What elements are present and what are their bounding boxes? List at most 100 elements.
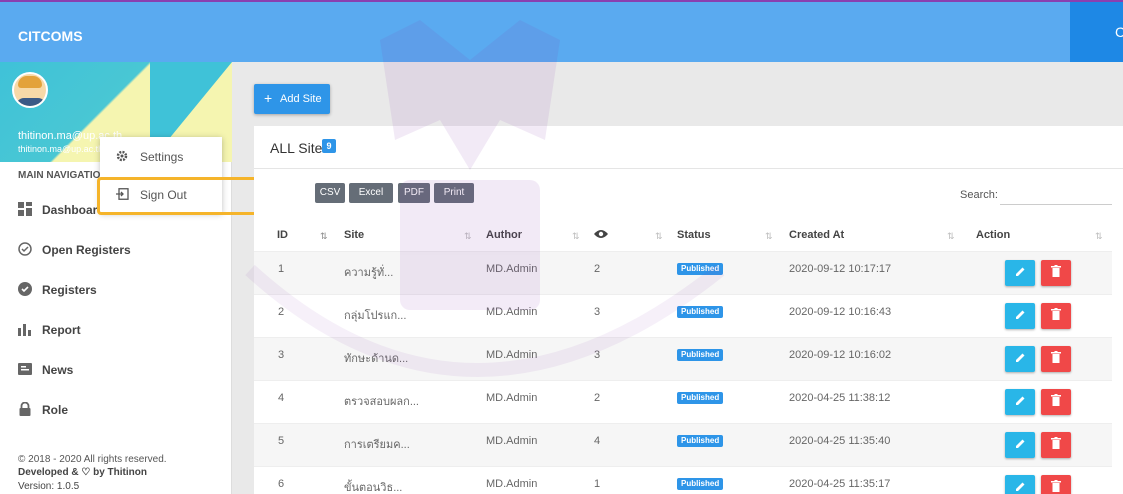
- add-site-button[interactable]: + Add Site: [254, 84, 330, 114]
- bar-chart-icon: [18, 322, 32, 336]
- cell-site: กลุ่มโปรแก...: [344, 310, 407, 322]
- delete-button[interactable]: [1041, 303, 1071, 329]
- cell-author: MD.Admin: [486, 349, 538, 361]
- status-badge: Published: [677, 263, 724, 275]
- pencil-icon: [1015, 267, 1024, 276]
- sidebar-item-report[interactable]: Report: [0, 310, 232, 350]
- column-header-site[interactable]: Site: [344, 229, 364, 249]
- pdf-button[interactable]: PDF: [398, 183, 430, 203]
- edit-button[interactable]: [1005, 303, 1035, 329]
- pencil-icon: [1015, 396, 1024, 405]
- edit-button[interactable]: [1005, 389, 1035, 415]
- cell-id: 3: [278, 349, 285, 361]
- column-header-action[interactable]: Action: [976, 229, 1010, 249]
- cell-site: ความรู้ทั่...: [344, 267, 394, 279]
- cell-site: ขั้นตอนวิธ...: [344, 482, 403, 494]
- trash-icon: [1051, 480, 1061, 492]
- trash-icon: [1051, 437, 1061, 449]
- status-badge: Published: [677, 392, 724, 404]
- sidebar-item-label: News: [42, 363, 74, 377]
- sign-out-highlight: [97, 177, 263, 215]
- excel-button[interactable]: Excel: [349, 183, 393, 203]
- cell-views: 3: [594, 349, 601, 361]
- column-header-id[interactable]: ID: [277, 229, 288, 249]
- edit-button[interactable]: [1005, 346, 1035, 372]
- search-label: Search:: [960, 189, 998, 201]
- sort-icon[interactable]: ⇅: [1095, 231, 1103, 242]
- table-row: 5 การเตรียมค... MD.Admin 4 Published 202…: [254, 423, 1112, 466]
- card-title: ALL Site: [270, 140, 323, 156]
- pencil-icon: [1015, 482, 1024, 491]
- lock-icon: [18, 401, 32, 416]
- sort-icon[interactable]: ⇅: [947, 231, 955, 242]
- menu-item-settings[interactable]: Settings: [100, 139, 222, 173]
- sort-icon[interactable]: ⇅: [765, 231, 773, 242]
- pencil-icon: [1015, 439, 1024, 448]
- delete-button[interactable]: [1041, 346, 1071, 372]
- news-icon: [18, 362, 32, 376]
- sort-icon[interactable]: ⇅: [655, 231, 663, 242]
- footer-version: Version: 1.0.5: [18, 481, 80, 492]
- sort-icon[interactable]: ⇅: [572, 231, 580, 242]
- header-right-glyph: C: [1115, 24, 1123, 40]
- delete-button[interactable]: [1041, 260, 1071, 286]
- avatar-suit: [16, 98, 46, 106]
- column-header-created-at[interactable]: Created At: [789, 229, 844, 249]
- sidebar-item-role[interactable]: Role: [0, 390, 232, 430]
- edit-button[interactable]: [1005, 432, 1035, 458]
- cell-created-at: 2020-04-25 11:35:17: [789, 478, 891, 490]
- sidebar-item-registers[interactable]: Registers: [0, 270, 232, 310]
- column-header-views[interactable]: [594, 229, 608, 249]
- delete-button[interactable]: [1041, 475, 1071, 494]
- status-badge: Published: [677, 349, 724, 361]
- cell-views: 3: [594, 306, 601, 318]
- cell-created-at: 2020-09-12 10:17:17: [789, 263, 892, 275]
- search-input[interactable]: [1000, 183, 1112, 205]
- header-right-block[interactable]: C: [1070, 2, 1123, 62]
- cell-created-at: 2020-04-25 11:38:12: [789, 392, 891, 404]
- cell-views: 2: [594, 263, 601, 275]
- edit-button[interactable]: [1005, 260, 1035, 286]
- menu-item-label: Settings: [140, 150, 184, 164]
- table-row: 4 ตรวจสอบผลก... MD.Admin 2 Published 202…: [254, 380, 1112, 423]
- csv-button[interactable]: CSV: [315, 183, 345, 203]
- footer-copyright: © 2018 - 2020 All rights reserved.: [18, 454, 167, 465]
- user-email-small: thitinon.ma@up.ac.th: [18, 144, 104, 154]
- app-brand[interactable]: CITCOMS: [18, 28, 83, 44]
- cell-id: 5: [278, 435, 285, 447]
- add-check-icon: [18, 242, 32, 256]
- cell-created-at: 2020-09-12 10:16:43: [789, 306, 892, 318]
- sidebar-item-open-registers[interactable]: Open Registers: [0, 230, 232, 270]
- cell-id: 6: [278, 478, 285, 490]
- sort-icon[interactable]: ⇅: [320, 231, 328, 242]
- status-badge: Published: [677, 306, 724, 318]
- table-row: 3 ทักษะด้านด... MD.Admin 3 Published 202…: [254, 337, 1112, 380]
- cell-created-at: 2020-09-12 10:16:02: [789, 349, 892, 361]
- sort-icon[interactable]: ⇅: [464, 231, 472, 242]
- column-header-author[interactable]: Author: [486, 229, 522, 249]
- dashboard-icon: [18, 202, 32, 216]
- sidebar-item-label: Registers: [42, 283, 97, 297]
- print-button[interactable]: Print: [434, 183, 474, 203]
- edit-button[interactable]: [1005, 475, 1035, 494]
- cell-views: 4: [594, 435, 601, 447]
- site-count-badge: 9: [322, 139, 336, 153]
- delete-button[interactable]: [1041, 389, 1071, 415]
- trash-icon: [1051, 265, 1061, 277]
- table-row: 1 ความรู้ทั่... MD.Admin 2 Published 202…: [254, 251, 1112, 294]
- column-header-status[interactable]: Status: [677, 229, 711, 249]
- cell-id: 1: [278, 263, 285, 275]
- sidebar-item-label: Open Registers: [42, 243, 131, 257]
- pencil-icon: [1015, 310, 1024, 319]
- cell-views: 2: [594, 392, 601, 404]
- cell-id: 2: [278, 306, 285, 318]
- cell-author: MD.Admin: [486, 392, 538, 404]
- avatar[interactable]: [12, 72, 48, 108]
- sidebar-item-label: Report: [42, 323, 81, 337]
- table-row: 6 ขั้นตอนวิธ... MD.Admin 1 Published 202…: [254, 466, 1112, 494]
- delete-button[interactable]: [1041, 432, 1071, 458]
- eye-icon: [594, 230, 608, 238]
- sidebar-item-news[interactable]: News: [0, 350, 232, 390]
- trash-icon: [1051, 394, 1061, 406]
- add-site-label: Add Site: [280, 93, 322, 105]
